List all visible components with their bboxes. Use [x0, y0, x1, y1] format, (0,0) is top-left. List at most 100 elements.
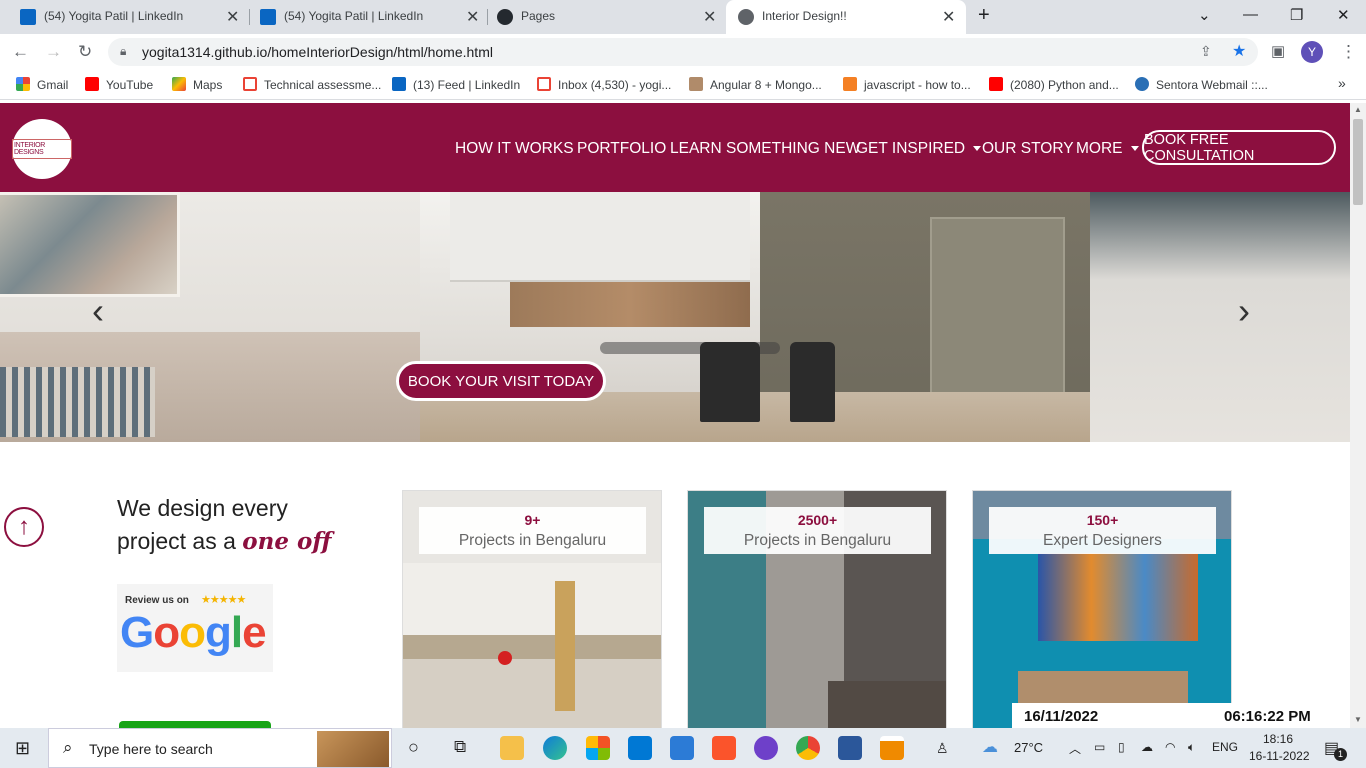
tab-linkedin-1[interactable]: (54) Yogita Patil | LinkedIn ✕ [0, 0, 248, 34]
close-tab-icon[interactable]: ✕ [942, 7, 955, 27]
lock-icon[interactable]: 🔒︎ [120, 44, 126, 59]
close-tab-icon[interactable]: ✕ [703, 7, 716, 27]
clock-time[interactable]: 18:16 [1263, 732, 1293, 746]
vlc-icon[interactable] [880, 736, 904, 760]
book-visit-button[interactable]: BOOK YOUR VISIT TODAY [396, 361, 606, 401]
tab-pages[interactable]: Pages ✕ [477, 0, 725, 34]
share-icon[interactable]: ⇪ [1200, 43, 1212, 60]
bookmark-inbox[interactable]: Inbox (4,530) - yogi... [537, 77, 671, 92]
scrollbar-thumb[interactable] [1353, 119, 1363, 205]
people-icon[interactable]: ♙ [936, 740, 949, 757]
tab-interior-design[interactable]: Interior Design!! ✕ [726, 0, 966, 34]
scroll-to-top-icon[interactable]: ↑ [4, 507, 44, 547]
chrome-icon[interactable] [796, 736, 820, 760]
nav-how-it-works[interactable]: HOW IT WORKS [455, 140, 574, 158]
section-headline: We design every project as a one off [117, 495, 332, 555]
nav-our-story[interactable]: OUR STORY [982, 140, 1074, 158]
store-icon[interactable] [586, 736, 610, 760]
weather-icon[interactable]: ☁ [982, 737, 998, 757]
card-painting [1038, 553, 1198, 641]
site-logo[interactable]: INTERIOR DESIGNS [12, 119, 72, 179]
weather-temp[interactable]: 27°C [1014, 740, 1043, 755]
github-desktop-icon[interactable] [754, 736, 778, 760]
menu-icon[interactable]: ⋮ [1340, 42, 1357, 62]
taskbar-search[interactable]: ⌕ Type here to search [48, 728, 392, 768]
notification-count-badge: 1 [1334, 748, 1347, 761]
nav-portfolio[interactable]: PORTFOLIO [577, 140, 666, 158]
linkedin-icon [392, 77, 406, 91]
page-scrollbar[interactable]: ▲ ▼ [1350, 103, 1366, 728]
task-view-icon[interactable]: ⧉ [454, 737, 466, 757]
browser-tab-strip: (54) Yogita Patil | LinkedIn ✕ (54) Yogi… [0, 0, 1366, 34]
clock-date[interactable]: 16-11-2022 [1249, 749, 1310, 763]
minimize-icon[interactable]: — [1243, 6, 1258, 23]
close-window-icon[interactable]: ✕ [1337, 6, 1350, 24]
green-button[interactable] [119, 721, 271, 728]
hero-right-room [1090, 192, 1350, 442]
vscode-icon[interactable] [670, 736, 694, 760]
address-bar[interactable]: 🔒︎ yogita1314.github.io/homeInteriorDesi… [108, 38, 1258, 66]
bookmark-maps[interactable]: Maps [172, 77, 222, 92]
side-panel-icon[interactable]: ▣ [1271, 42, 1285, 60]
card-sofa [828, 681, 946, 728]
current-time: 06:16:22 PM [1224, 708, 1311, 725]
file-explorer-icon[interactable] [500, 736, 524, 760]
bookmark-linkedin-feed[interactable]: (13) Feed | LinkedIn [392, 77, 520, 92]
battery-icon[interactable]: ▯ [1118, 740, 1125, 754]
bookmark-sentora[interactable]: Sentora Webmail ::... [1135, 77, 1268, 92]
carousel-next-icon[interactable]: › [1238, 290, 1250, 332]
cortana-icon[interactable]: ○ [408, 737, 419, 758]
youtube-icon [989, 77, 1003, 91]
tab-linkedin-2[interactable]: (54) Yogita Patil | LinkedIn ✕ [240, 0, 488, 34]
close-tab-icon[interactable]: ✕ [226, 7, 239, 27]
stat-card: 9+ Projects in Bengaluru [402, 490, 662, 728]
language-indicator[interactable]: ENG [1212, 740, 1238, 754]
bookmark-javascript[interactable]: javascript - how to... [843, 77, 971, 92]
brave-icon[interactable] [712, 736, 736, 760]
carousel-prev-icon[interactable]: ‹ [92, 290, 104, 332]
profile-avatar[interactable]: Y [1301, 41, 1323, 63]
linkedin-icon [260, 9, 276, 25]
word-icon[interactable] [838, 736, 862, 760]
hero-chair [790, 342, 835, 422]
bookmark-star-icon[interactable]: ★ [1232, 41, 1246, 61]
maximize-icon[interactable]: ❐ [1290, 6, 1303, 24]
windows-taskbar: ⊞ ⌕ Type here to search ○ ⧉ ♙ ☁ 27°C ︿ ▭… [0, 728, 1366, 768]
new-tab-button[interactable]: + [978, 4, 990, 27]
web-page: INTERIOR DESIGNS HOW IT WORKS PORTFOLIO … [0, 103, 1350, 728]
bookmark-angular[interactable]: Angular 8 + Mongo... [689, 77, 822, 92]
bookmark-youtube[interactable]: YouTube [85, 77, 153, 92]
stat-card: 2500+ Projects in Bengaluru [687, 490, 947, 728]
volume-icon[interactable]: 🔈︎ [1188, 740, 1195, 755]
tab-search-icon[interactable]: ⌄ [1198, 6, 1211, 24]
nav-learn-something-new[interactable]: LEARN SOMETHING NEW [670, 140, 860, 158]
more-bookmarks-icon[interactable]: » [1338, 75, 1346, 91]
back-icon[interactable]: ← [12, 42, 29, 62]
scroll-up-icon[interactable]: ▲ [1354, 105, 1362, 114]
reload-icon[interactable]: ↻ [78, 42, 92, 62]
current-date: 16/11/2022 [1024, 708, 1099, 725]
hero-cabinets [450, 192, 750, 282]
book-free-consultation-button[interactable]: BOOK FREE CONSULTATION [1142, 130, 1336, 165]
edge-icon[interactable] [543, 736, 567, 760]
chevron-up-icon[interactable]: ︿ [1069, 740, 1081, 757]
nav-get-inspired[interactable]: GET INSPIRED [856, 140, 982, 158]
mail-icon[interactable] [628, 736, 652, 760]
onedrive-icon[interactable]: ☁ [1141, 740, 1153, 754]
windows-start-icon[interactable]: ⊞ [15, 738, 30, 759]
gmail-icon [243, 77, 257, 91]
star-rating-icon: ★★★★★ [201, 594, 246, 606]
browser-toolbar: ← → ↻ 🔒︎ yogita1314.github.io/homeInteri… [0, 34, 1366, 70]
forward-icon[interactable]: → [45, 42, 62, 62]
bookmark-technical-assessment[interactable]: Technical assessme... [243, 77, 381, 92]
wifi-icon[interactable]: ◠ [1165, 740, 1175, 754]
scroll-down-icon[interactable]: ▼ [1354, 715, 1362, 724]
bookmark-python[interactable]: (2080) Python and... [989, 77, 1119, 92]
stat-label: 2500+ Projects in Bengaluru [704, 507, 931, 554]
hero-cushion [0, 367, 155, 437]
google-review-badge[interactable]: Review us on ★★★★★ Google [117, 584, 273, 672]
nav-more[interactable]: MORE [1076, 140, 1139, 158]
bookmark-gmail[interactable]: Gmail [16, 77, 68, 92]
hero-door [930, 217, 1065, 412]
meet-now-icon[interactable]: ▭ [1094, 740, 1105, 754]
